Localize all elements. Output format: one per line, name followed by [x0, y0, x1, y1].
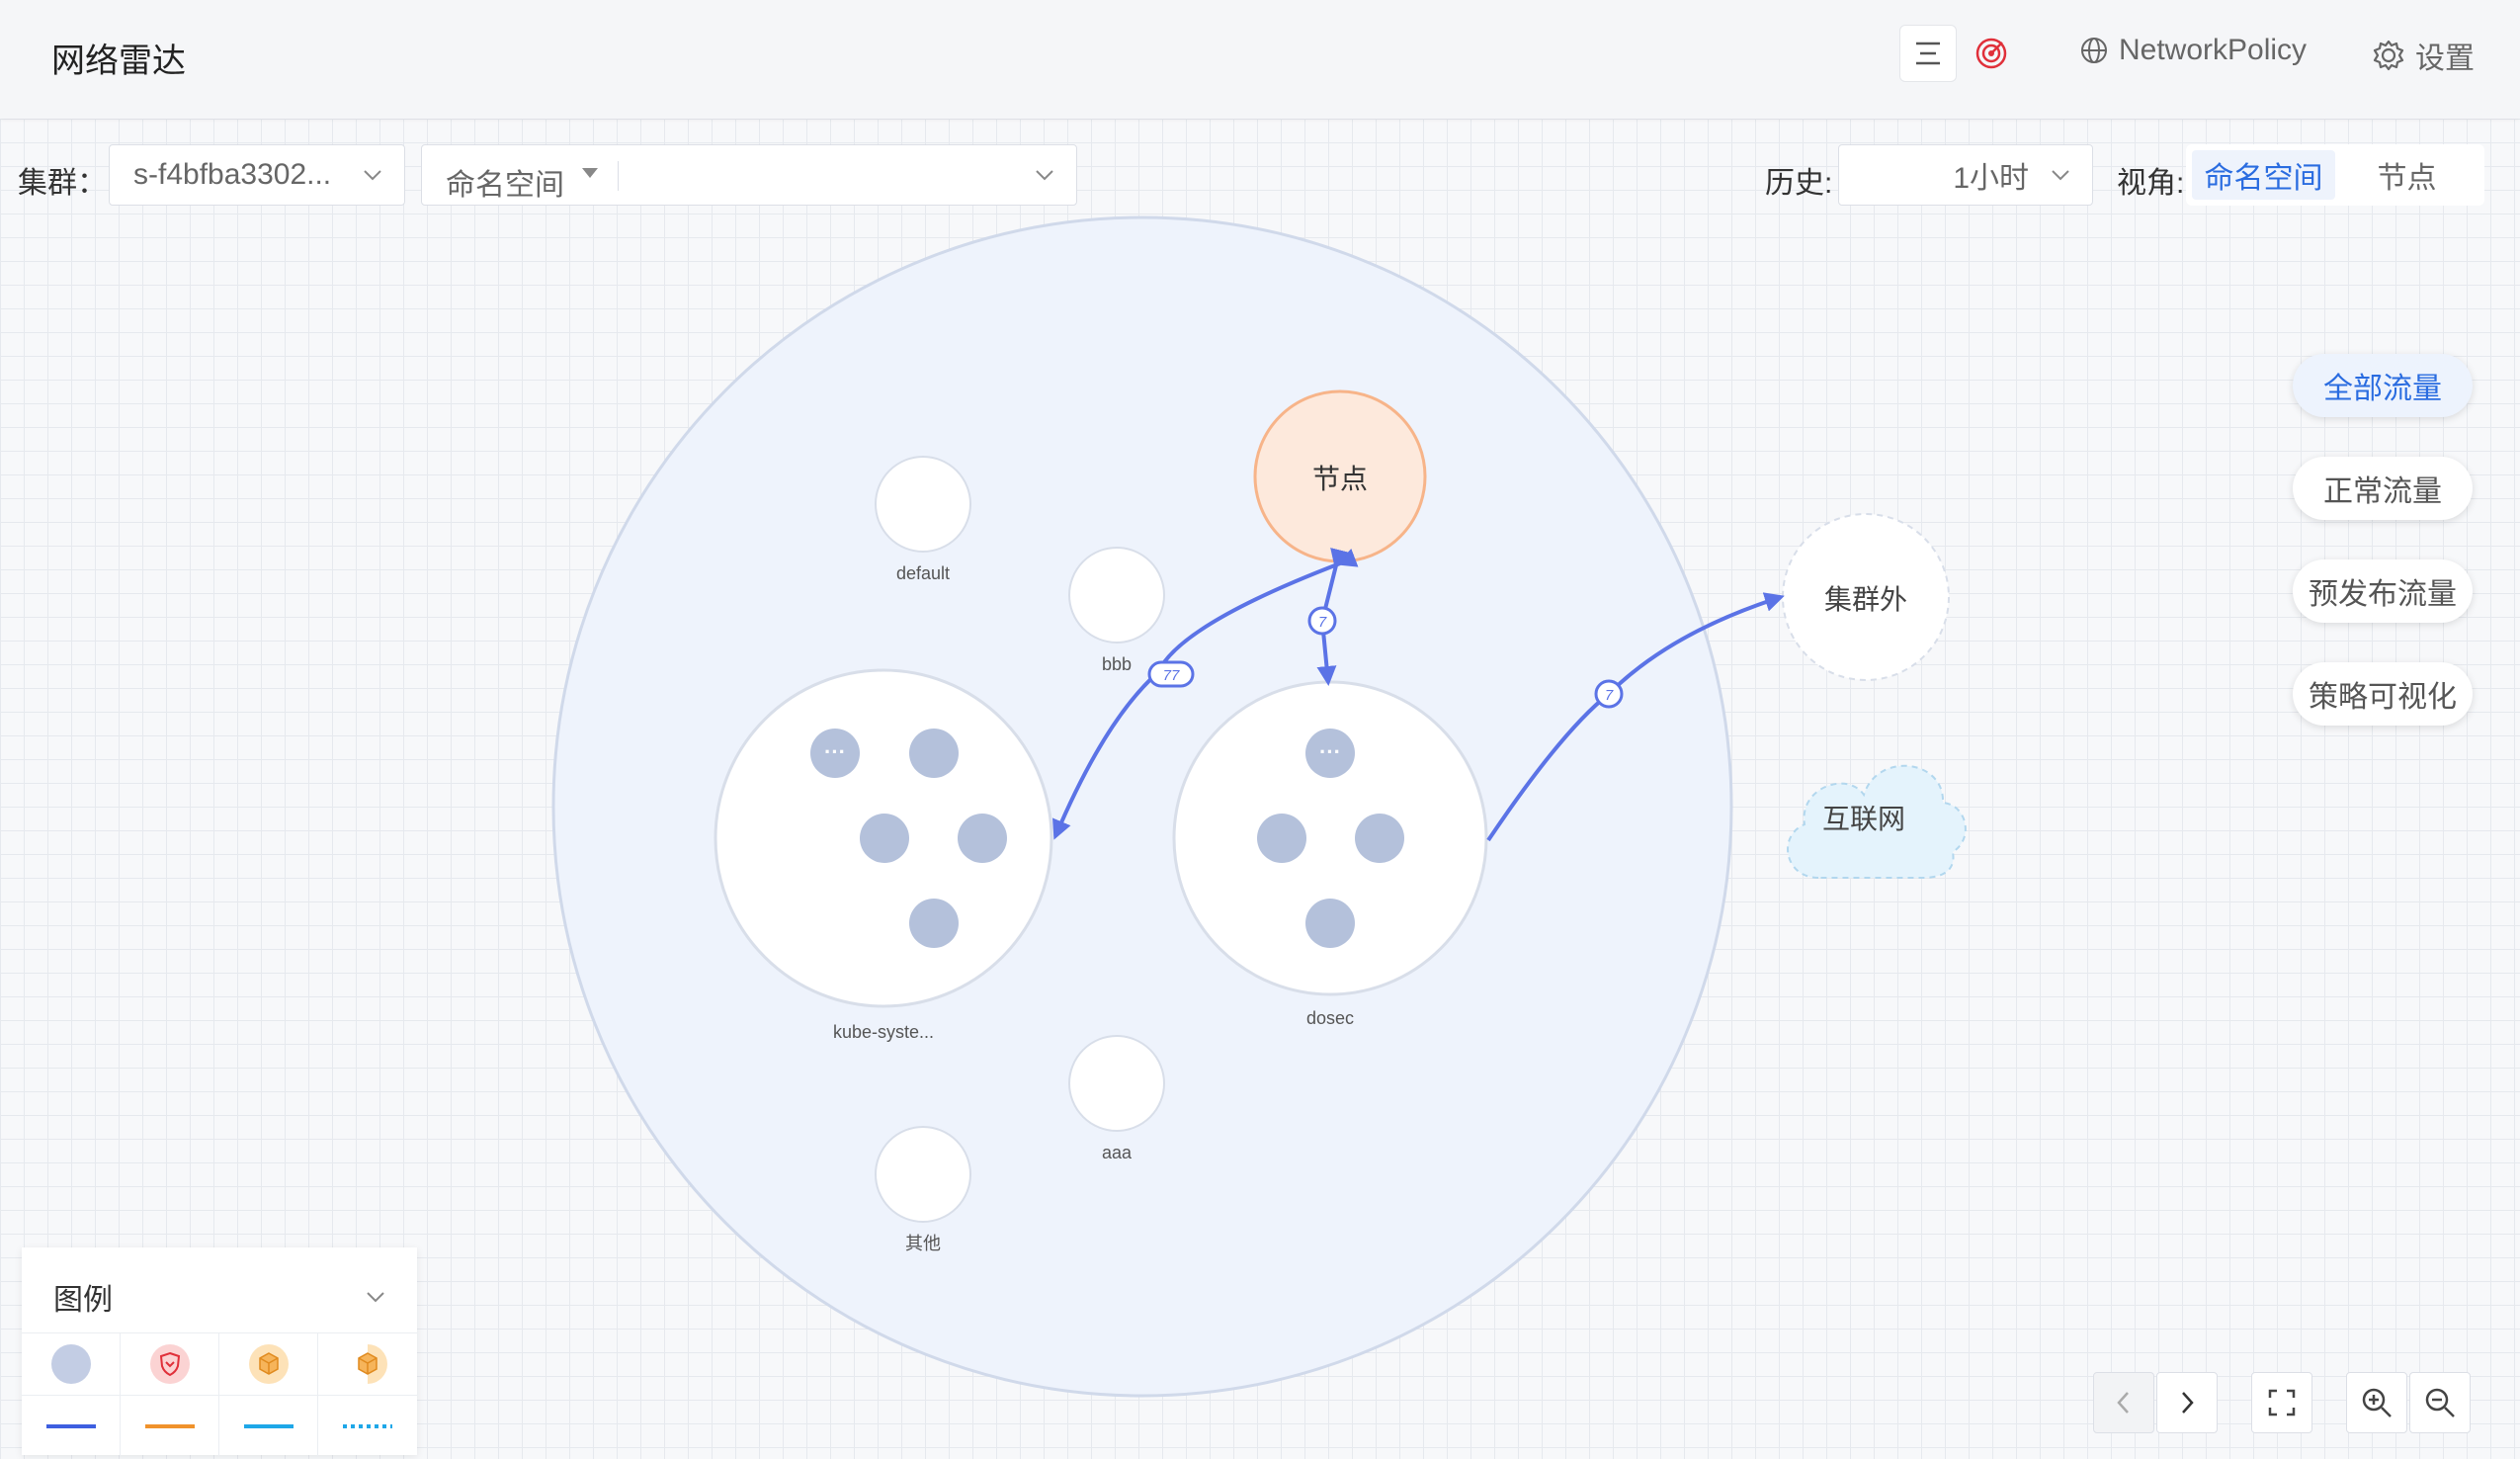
chevron-right-icon: [2182, 1392, 2194, 1414]
edge-label-node-dosec: 7: [1318, 614, 1327, 631]
internet-label: 互联网: [1822, 804, 1905, 834]
legend-panel: 图例: [22, 1247, 417, 1456]
pod-icon[interactable]: [909, 899, 959, 948]
edge-label-dosec-outside: 7: [1605, 687, 1614, 704]
node-group-label: 节点: [1312, 464, 1368, 494]
previous-button[interactable]: [2093, 1372, 2154, 1433]
zoom-in-button[interactable]: [2346, 1372, 2407, 1433]
fullscreen-button[interactable]: [2251, 1372, 2312, 1433]
policy-visualization-button[interactable]: 策略可视化: [2293, 662, 2473, 726]
fullscreen-icon: [2268, 1389, 2296, 1416]
prerelease-traffic-button[interactable]: 预发布流量: [2293, 559, 2473, 623]
namespace-aaa-label: aaa: [1102, 1143, 1133, 1162]
outside-cluster-label: 集群外: [1824, 584, 1907, 615]
legend-line-cyan: [243, 1423, 294, 1428]
svg-text:···: ···: [824, 739, 846, 764]
namespace-default-label: default: [896, 563, 950, 583]
pod-icon[interactable]: [909, 729, 959, 778]
pod-icon[interactable]: [860, 814, 909, 863]
chevron-left-icon: [2117, 1392, 2129, 1414]
pod-icon: [50, 1344, 91, 1384]
zoom-out-icon: [2425, 1388, 2455, 1417]
legend-title: 图例: [53, 1284, 113, 1317]
namespace-kube-system-label: kube-syste...: [833, 1022, 934, 1042]
namespace-other-label: 其他: [905, 1234, 941, 1253]
pod-icon[interactable]: [1305, 899, 1355, 948]
legend-line-blue: [45, 1423, 96, 1428]
legend-grid: [22, 1332, 417, 1456]
shield-icon: [149, 1344, 190, 1384]
cube-half-icon: [358, 1344, 387, 1384]
next-button[interactable]: [2156, 1372, 2218, 1433]
namespace-bbb-label: bbb: [1102, 654, 1132, 674]
namespace-aaa[interactable]: [1068, 1035, 1165, 1132]
chevron-down-icon[interactable]: [364, 1287, 387, 1307]
cube-icon: [248, 1344, 289, 1384]
namespace-bbb[interactable]: [1068, 547, 1165, 644]
namespace-default[interactable]: [875, 456, 971, 553]
pod-icon[interactable]: [958, 814, 1007, 863]
svg-text:···: ···: [1319, 739, 1341, 764]
namespace-other[interactable]: [875, 1126, 971, 1223]
legend-line-orange: [144, 1423, 195, 1428]
pod-icon[interactable]: [1257, 814, 1306, 863]
zoom-out-button[interactable]: [2409, 1372, 2471, 1433]
network-graph: default bbb ··· kube-syste... ··· dosec …: [551, 215, 1967, 1398]
all-traffic-button[interactable]: 全部流量: [2293, 354, 2473, 417]
pod-icon[interactable]: [1355, 814, 1404, 863]
normal-traffic-button[interactable]: 正常流量: [2293, 457, 2473, 520]
edge-label-node-kube: 77: [1163, 667, 1180, 684]
namespace-dosec-label: dosec: [1306, 1008, 1354, 1028]
zoom-in-icon: [2362, 1388, 2392, 1417]
legend-line-cyan-dotted: [343, 1423, 392, 1428]
